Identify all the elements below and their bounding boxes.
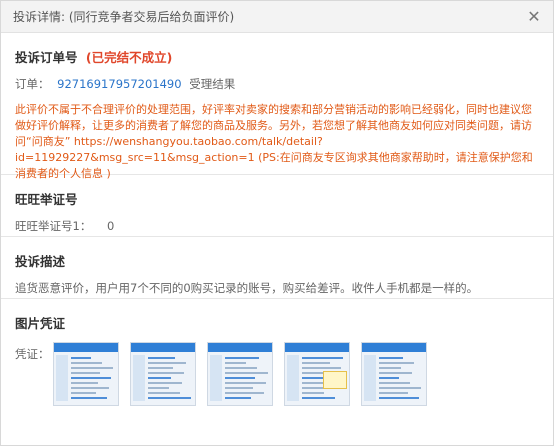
order-status-badge: (已完结不成立) [85, 50, 173, 65]
close-icon[interactable]: ✕ [525, 8, 543, 26]
wangwang-row: 旺旺举证号1： 0 [15, 218, 539, 234]
notice-text: 此评价不属于不合理评价的处理范围，好评率对卖家的搜索和部分营销活动的影响已经弱化… [15, 103, 533, 180]
order-section: 投诉订单号 (已完结不成立) 订单： 92716917957201490 受理结… [1, 33, 553, 180]
dialog-title: 投诉详情: (同行竞争者交易后给负面评价) [13, 10, 235, 24]
evidence-image-thumbnail[interactable] [130, 342, 196, 406]
result-label: 受理结果 [189, 77, 236, 91]
order-heading: 投诉订单号 (已完结不成立) [15, 33, 539, 66]
description-heading: 投诉描述 [15, 254, 66, 269]
thumbnail-list [53, 342, 438, 406]
images-heading: 图片凭证 [15, 316, 66, 331]
order-number-link[interactable]: 92716917957201490 [57, 77, 181, 91]
evidence-image-thumbnail[interactable] [53, 342, 119, 406]
images-section: 图片凭证 凭证： [1, 299, 553, 427]
dialog-titlebar: 投诉详情: (同行竞争者交易后给负面评价) ✕ [1, 1, 553, 33]
order-heading-label: 投诉订单号 [15, 50, 78, 65]
image-thumbnails: 凭证： [15, 342, 539, 406]
order-row: 订单： 92716917957201490 受理结果 [15, 76, 539, 92]
images-label: 凭证： [15, 347, 50, 361]
description-section: 投诉描述 追货恶意评价，用户用7个不同的0购买记录的账号，购买给差评。收件人手机… [1, 237, 553, 299]
wangwang-section: 旺旺举证号 旺旺举证号1： 0 [1, 175, 553, 237]
wangwang-label: 旺旺举证号1： [15, 219, 92, 233]
order-label: 订单： [15, 77, 50, 91]
wangwang-value: 0 [106, 219, 115, 233]
evidence-image-thumbnail[interactable] [284, 342, 350, 406]
description-text: 追货恶意评价，用户用7个不同的0购买记录的账号，购买给差评。收件人手机都是一样的… [15, 281, 479, 295]
evidence-image-thumbnail[interactable] [207, 342, 273, 406]
evidence-image-thumbnail[interactable] [361, 342, 427, 406]
complaint-detail-dialog: 投诉详情: (同行竞争者交易后给负面评价) ✕ 投诉订单号 (已完结不成立) 订… [0, 0, 554, 446]
